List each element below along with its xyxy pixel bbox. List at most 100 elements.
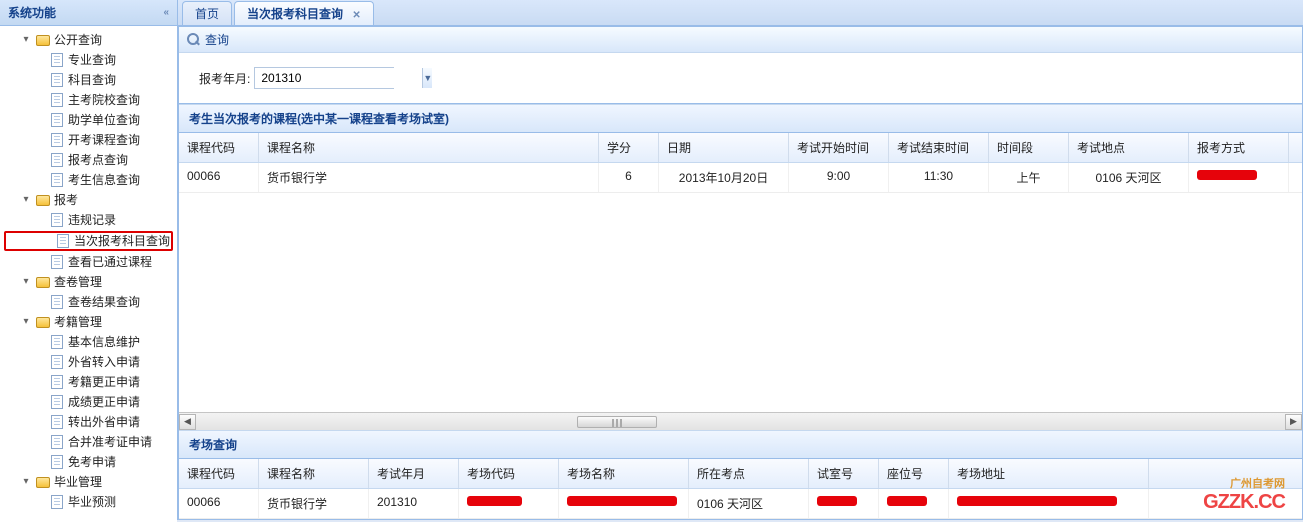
courses-grid-row[interactable]: 00066 货币银行学 6 2013年10月20日 9:00 11:30 上午 … [179,163,1302,193]
tree-item[interactable]: 当次报考科目查询 [4,231,173,251]
cell-end: 11:30 [889,163,989,192]
tree-group-label: 考籍管理 [54,312,102,332]
exam-period-input[interactable] [255,68,422,88]
tree-item-label: 考生信息查询 [68,170,140,190]
tree-item[interactable]: 考籍更正申请 [0,372,177,392]
cell-slot: 上午 [989,163,1069,192]
col-course-name[interactable]: 课程名称 [259,459,369,488]
query-panel: 查询 报考年月: ▼ [179,27,1302,104]
scroll-thumb[interactable] [577,416,657,428]
page-icon [49,212,65,228]
tree-item[interactable]: 违规记录 [0,210,177,230]
page-icon [49,152,65,168]
expand-icon[interactable]: ▾ [20,30,32,50]
venue-grid-row[interactable]: 00066 货币银行学 201310 0106 天河区 [179,489,1302,519]
col-venue-name[interactable]: 考场名称 [559,459,689,488]
expand-icon[interactable]: ▾ [20,272,32,292]
page-icon [49,414,65,430]
tree-item[interactable]: 转出外省申请 [0,412,177,432]
tree-item-label: 外省转入申请 [68,352,140,372]
cell-ym: 201310 [369,489,459,518]
col-credit[interactable]: 学分 [599,133,659,162]
col-location[interactable]: 所在考点 [689,459,809,488]
sidebar: 系统功能 « ▾公开查询专业查询科目查询主考院校查询助学单位查询开考课程查询报考… [0,0,178,520]
tree-item[interactable]: 查卷结果查询 [0,292,177,312]
courses-grid-header: 课程代码 课程名称 学分 日期 考试开始时间 考试结束时间 时间段 考试地点 报… [179,133,1302,163]
tree-group[interactable]: ▾毕业管理 [0,472,177,492]
col-address[interactable]: 考场地址 [949,459,1149,488]
col-course-code[interactable]: 课程代码 [179,133,259,162]
tab-home[interactable]: 首页 [182,1,232,25]
col-seat[interactable]: 座位号 [879,459,949,488]
tree-item[interactable]: 基本信息维护 [0,332,177,352]
tree-item[interactable]: 专业查询 [0,50,177,70]
page-icon [49,494,65,510]
cell-address [949,489,1149,518]
page-icon [49,294,65,310]
tree-group-label: 报考 [54,190,78,210]
tree-item[interactable]: 主考院校查询 [0,90,177,110]
tree-group[interactable]: ▾ 公开查询 [0,30,177,50]
sidebar-title: 系统功能 [8,4,56,21]
tree-item[interactable]: 报考点查询 [0,150,177,170]
page-icon [49,132,65,148]
tree-item[interactable]: 成绩更正申请 [0,392,177,412]
tree-item-label: 查看已通过课程 [68,252,152,272]
col-room[interactable]: 试室号 [809,459,879,488]
exam-period-combo[interactable]: ▼ [254,67,394,89]
col-slot[interactable]: 时间段 [989,133,1069,162]
cell-venue-code [459,489,559,518]
folder-icon [35,192,51,208]
cell-room [809,489,879,518]
tree-item-label: 专业查询 [68,50,116,70]
tree-group[interactable]: ▾ 报考 [0,190,177,210]
col-date[interactable]: 日期 [659,133,789,162]
expand-icon[interactable]: ▾ [20,472,32,492]
tree-group[interactable]: ▾ 考籍管理 [0,312,177,332]
cell-seat [879,489,949,518]
content: 查询 报考年月: ▼ 考生当次报考的课程(选中某一课程查看考场试室) 课程代码 … [178,26,1303,520]
col-course-name[interactable]: 课程名称 [259,133,599,162]
courses-panel-title: 考生当次报考的课程(选中某一课程查看考场试室) [179,104,1302,133]
horizontal-scrollbar[interactable]: ◀ ▶ [179,412,1302,430]
tree-group[interactable]: ▾查卷管理 [0,272,177,292]
tree-item[interactable]: 毕业预测 [0,492,177,512]
expand-icon[interactable]: ▾ [20,312,32,332]
search-icon [187,33,201,47]
tree-item-label: 当次报考科目查询 [74,231,170,251]
tree-group-label: 公开查询 [54,30,102,50]
tab-current-exam-query[interactable]: 当次报考科目查询 ✕ [234,1,374,25]
tree-item[interactable]: 科目查询 [0,70,177,90]
tree-item[interactable]: 合并准考证申请 [0,432,177,452]
cell-venue-name [559,489,689,518]
expand-icon[interactable]: ▾ [20,190,32,210]
tab-strip: 首页 当次报考科目查询 ✕ [178,0,1303,26]
scroll-right-icon[interactable]: ▶ [1285,414,1302,430]
col-venue-code[interactable]: 考场代码 [459,459,559,488]
query-panel-title: 查询 [179,27,1302,53]
close-icon[interactable]: ✕ [352,10,360,21]
page-icon [49,172,65,188]
col-course-code[interactable]: 课程代码 [179,459,259,488]
col-start-time[interactable]: 考试开始时间 [789,133,889,162]
tree-item[interactable]: 免考申请 [0,452,177,472]
folder-icon [35,314,51,330]
tree-item[interactable]: 外省转入申请 [0,352,177,372]
cell-start: 9:00 [789,163,889,192]
folder-icon [35,32,51,48]
page-icon [49,374,65,390]
tree-item[interactable]: 开考课程查询 [0,130,177,150]
sidebar-collapse-icon[interactable]: « [163,7,169,18]
chevron-down-icon[interactable]: ▼ [422,68,432,88]
tree-item[interactable]: 查看已通过课程 [0,252,177,272]
tree-item[interactable]: 助学单位查询 [0,110,177,130]
col-location[interactable]: 考试地点 [1069,133,1189,162]
tree-item[interactable]: 考生信息查询 [0,170,177,190]
col-method[interactable]: 报考方式 [1189,133,1289,162]
col-end-time[interactable]: 考试结束时间 [889,133,989,162]
scroll-left-icon[interactable]: ◀ [179,414,196,430]
main-area: 首页 当次报考科目查询 ✕ 查询 报考年月: ▼ [178,0,1303,520]
col-exam-ym[interactable]: 考试年月 [369,459,459,488]
scroll-track[interactable] [196,414,1285,430]
tree-item-label: 成绩更正申请 [68,392,140,412]
